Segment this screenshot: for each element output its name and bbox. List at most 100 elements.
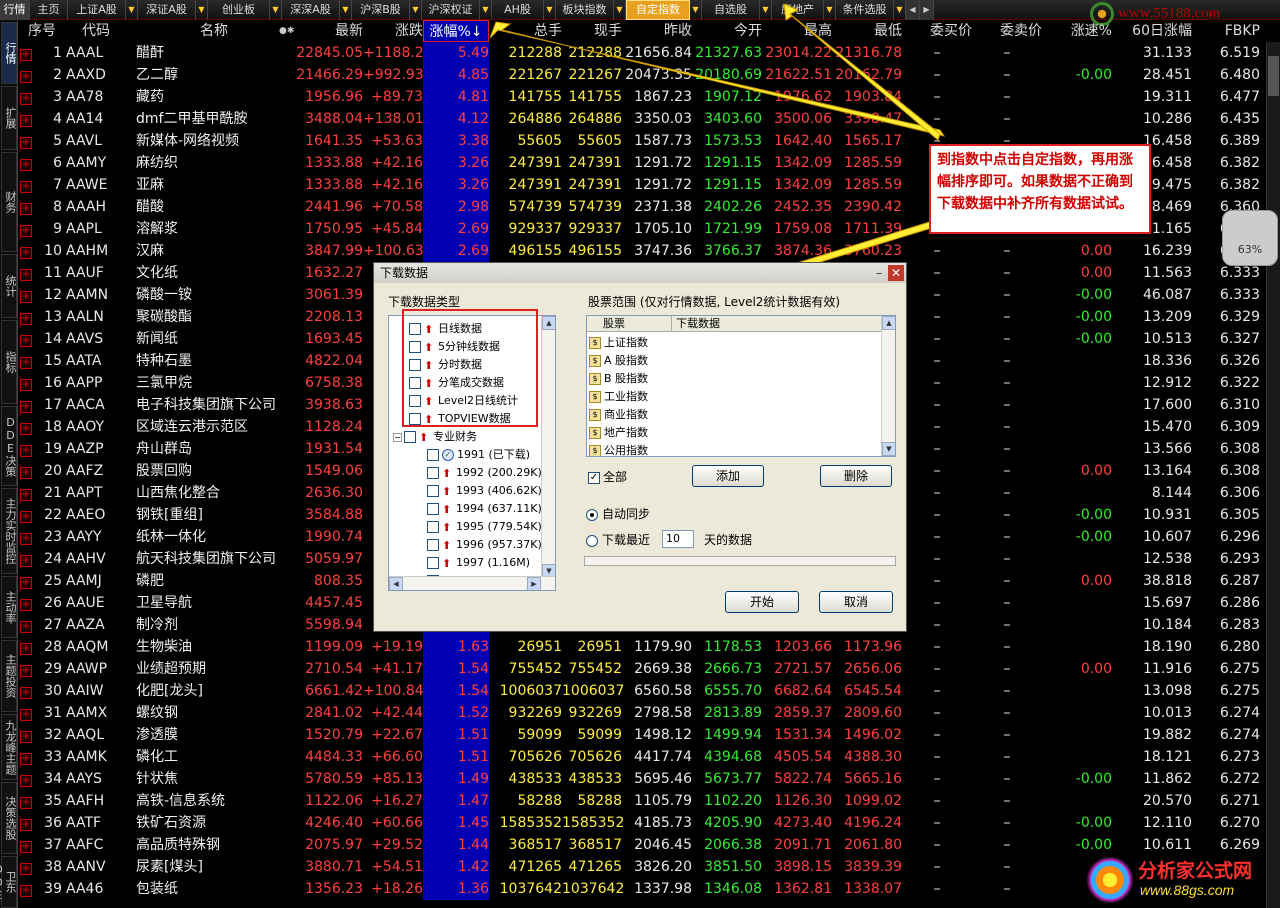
finance-year-item[interactable]: ⬆ 1994 (637.11K): [427, 500, 542, 518]
stock-range-item[interactable]: $ B 股指数: [589, 370, 648, 388]
collapse-icon[interactable]: −: [393, 432, 402, 442]
expand-plus-icon[interactable]: +: [20, 181, 32, 193]
top-tab-24[interactable]: 条件选股: [836, 0, 894, 20]
floating-speed-widget[interactable]: 63%: [1222, 210, 1278, 266]
expand-plus-icon[interactable]: +: [20, 467, 32, 479]
checkbox-icon[interactable]: [427, 557, 439, 569]
expand-plus-icon[interactable]: +: [20, 225, 32, 237]
expand-plus-icon[interactable]: +: [20, 577, 32, 589]
stock-range-item[interactable]: $ A 股指数: [589, 352, 648, 370]
sidebar-tab-2[interactable]: 财务: [1, 152, 17, 252]
col-header-code[interactable]: 代码: [82, 20, 142, 42]
table-row[interactable]: +34 AAYS 针状焦 5780.59 +85.13 1.49 438533 438533 5…: [18, 768, 1280, 790]
minimize-icon[interactable]: –: [873, 265, 885, 281]
auto-sync-radio[interactable]: 自动同步: [586, 505, 650, 522]
tab-dropdown-arrow-icon[interactable]: ▼: [480, 0, 492, 20]
tab-dropdown-arrow-icon[interactable]: ▼: [126, 0, 138, 20]
tab-dropdown-arrow-icon[interactable]: ▼: [824, 0, 836, 20]
scroll-up-icon[interactable]: ▲: [542, 316, 555, 330]
checkbox-icon[interactable]: [427, 539, 439, 551]
close-icon[interactable]: ✕: [888, 265, 904, 281]
col-header-total[interactable]: 总手: [490, 20, 562, 42]
finance-year-item[interactable]: ⬆1999 (2.17M): [427, 590, 530, 591]
top-tab-20[interactable]: 自选股: [702, 0, 760, 20]
col-header-low[interactable]: 最低: [832, 20, 902, 42]
table-row[interactable]: +30 AAIW 化肥[龙头] 6661.42 +100.84 1.54 1006037 10…: [18, 680, 1280, 702]
col-header-high[interactable]: 最高: [762, 20, 832, 42]
expand-plus-icon[interactable]: +: [20, 863, 32, 875]
col-header-pct[interactable]: 涨幅%↓: [423, 20, 489, 42]
recent-radio-icon[interactable]: [586, 534, 598, 547]
expand-plus-icon[interactable]: +: [20, 49, 32, 61]
expand-plus-icon[interactable]: +: [20, 555, 32, 567]
expand-plus-icon[interactable]: +: [20, 643, 32, 655]
col-header-fbkp[interactable]: FBKP: [1192, 20, 1260, 42]
tab-dropdown-arrow-icon[interactable]: ▼: [894, 0, 906, 20]
table-row[interactable]: +33 AAMK 磷化工 4484.33 +66.60 1.51 705626 705626 4…: [18, 746, 1280, 768]
expand-plus-icon[interactable]: +: [20, 687, 32, 699]
stock-list-scrollbar[interactable]: ▲ ▼: [881, 316, 895, 456]
table-row[interactable]: +4 AA14 dmf二甲基甲酰胺 3488.04 +138.01 4.12 264886 2…: [18, 108, 1280, 130]
expand-plus-icon[interactable]: +: [20, 753, 32, 765]
expand-plus-icon[interactable]: +: [20, 269, 32, 281]
table-row[interactable]: +31 AAMX 螺纹钢 2841.02 +42.44 1.52 932269 932269 2…: [18, 702, 1280, 724]
expand-plus-icon[interactable]: +: [20, 775, 32, 787]
col-header-now[interactable]: 现手: [562, 20, 622, 42]
col-header-change[interactable]: 涨跌: [363, 20, 423, 42]
expand-plus-icon[interactable]: +: [20, 445, 32, 457]
tab-dropdown-arrow-icon[interactable]: ▼: [760, 0, 772, 20]
expand-plus-icon[interactable]: +: [20, 115, 32, 127]
tab-scroll-icon[interactable]: ▶: [920, 0, 934, 20]
expand-plus-icon[interactable]: +: [20, 71, 32, 83]
col-header-ask[interactable]: 委卖价: [972, 20, 1042, 42]
expand-plus-icon[interactable]: +: [20, 93, 32, 105]
checkbox-icon[interactable]: [427, 503, 439, 515]
scroll-down-icon[interactable]: ▼: [882, 442, 895, 456]
sidebar-tab-3[interactable]: 统计: [1, 254, 17, 318]
finance-year-item[interactable]: ⬆ 1995 (779.54K): [427, 518, 542, 536]
add-button[interactable]: 添加: [692, 465, 764, 487]
expand-plus-icon[interactable]: +: [20, 511, 32, 523]
checkbox-icon[interactable]: [404, 431, 416, 443]
expand-plus-icon[interactable]: +: [20, 203, 32, 215]
top-tab-4[interactable]: 深证A股: [138, 0, 196, 20]
expand-plus-icon[interactable]: +: [20, 797, 32, 809]
table-row[interactable]: +2 AAXD 乙二醇 21466.29 +992.93 4.85 221267 221267…: [18, 64, 1280, 86]
table-row[interactable]: +36 AATF 铁矿石资源 4246.40 +60.66 1.45 1585352 1585…: [18, 812, 1280, 834]
sidebar-tab-4[interactable]: 指标: [1, 320, 17, 404]
sidebar-tab-6[interactable]: 主力实时监控: [1, 488, 17, 574]
tab-scroll-icon[interactable]: ◀: [906, 0, 920, 20]
col-header-bid[interactable]: 委买价: [902, 20, 972, 42]
scroll-left-icon[interactable]: ◀: [389, 577, 403, 590]
auto-sync-radio-icon[interactable]: [586, 508, 598, 521]
scrollbar-thumb[interactable]: [1268, 56, 1279, 96]
sidebar-tab-11[interactable]: 卫东DDE: [0, 856, 17, 908]
expand-plus-icon[interactable]: +: [20, 423, 32, 435]
top-tab-18[interactable]: 自定指数: [626, 0, 690, 20]
stock-range-item[interactable]: $ 工业指数: [589, 388, 648, 406]
top-tab-14[interactable]: AH股: [492, 0, 544, 20]
table-row[interactable]: +35 AAFH 高铁-信息系统 1122.06 +16.27 1.47 58288 5828…: [18, 790, 1280, 812]
checkbox-icon[interactable]: [427, 521, 439, 533]
tab-dropdown-arrow-icon[interactable]: ▼: [196, 0, 208, 20]
finance-year-item[interactable]: ⬆ 1993 (406.62K): [427, 482, 542, 500]
col-header-prev[interactable]: 昨收: [622, 20, 692, 42]
col-header-seq[interactable]: 序号: [28, 20, 58, 42]
tab-dropdown-arrow-icon[interactable]: ▼: [690, 0, 702, 20]
select-all-check-icon[interactable]: [588, 471, 600, 484]
stock-range-item[interactable]: $ 公用指数: [589, 442, 648, 456]
table-row[interactable]: +28 AAQM 生物柴油 1199.09 +19.19 1.63 26951 26951 11…: [18, 636, 1280, 658]
table-scrollbar[interactable]: [1266, 42, 1280, 908]
finance-year-item[interactable]: ⬆ 1992 (200.29K): [427, 464, 542, 482]
expand-plus-icon[interactable]: +: [20, 313, 32, 325]
expand-plus-icon[interactable]: +: [20, 709, 32, 721]
sidebar-tab-10[interactable]: 决策选股: [1, 782, 17, 854]
select-all-checkbox[interactable]: 全部: [588, 468, 627, 485]
recent-radio[interactable]: 下载最近: [586, 531, 650, 548]
expand-plus-icon[interactable]: +: [20, 159, 32, 171]
tab-dropdown-arrow-icon[interactable]: ▼: [410, 0, 422, 20]
table-row[interactable]: +10 AAHM 汉麻 3847.99 +100.63 2.69 496155 496155 3…: [18, 240, 1280, 262]
expand-plus-icon[interactable]: +: [20, 621, 32, 633]
recent-days-input[interactable]: 10: [662, 530, 694, 548]
tree-hscrollbar[interactable]: ◀ ▶: [389, 576, 555, 590]
